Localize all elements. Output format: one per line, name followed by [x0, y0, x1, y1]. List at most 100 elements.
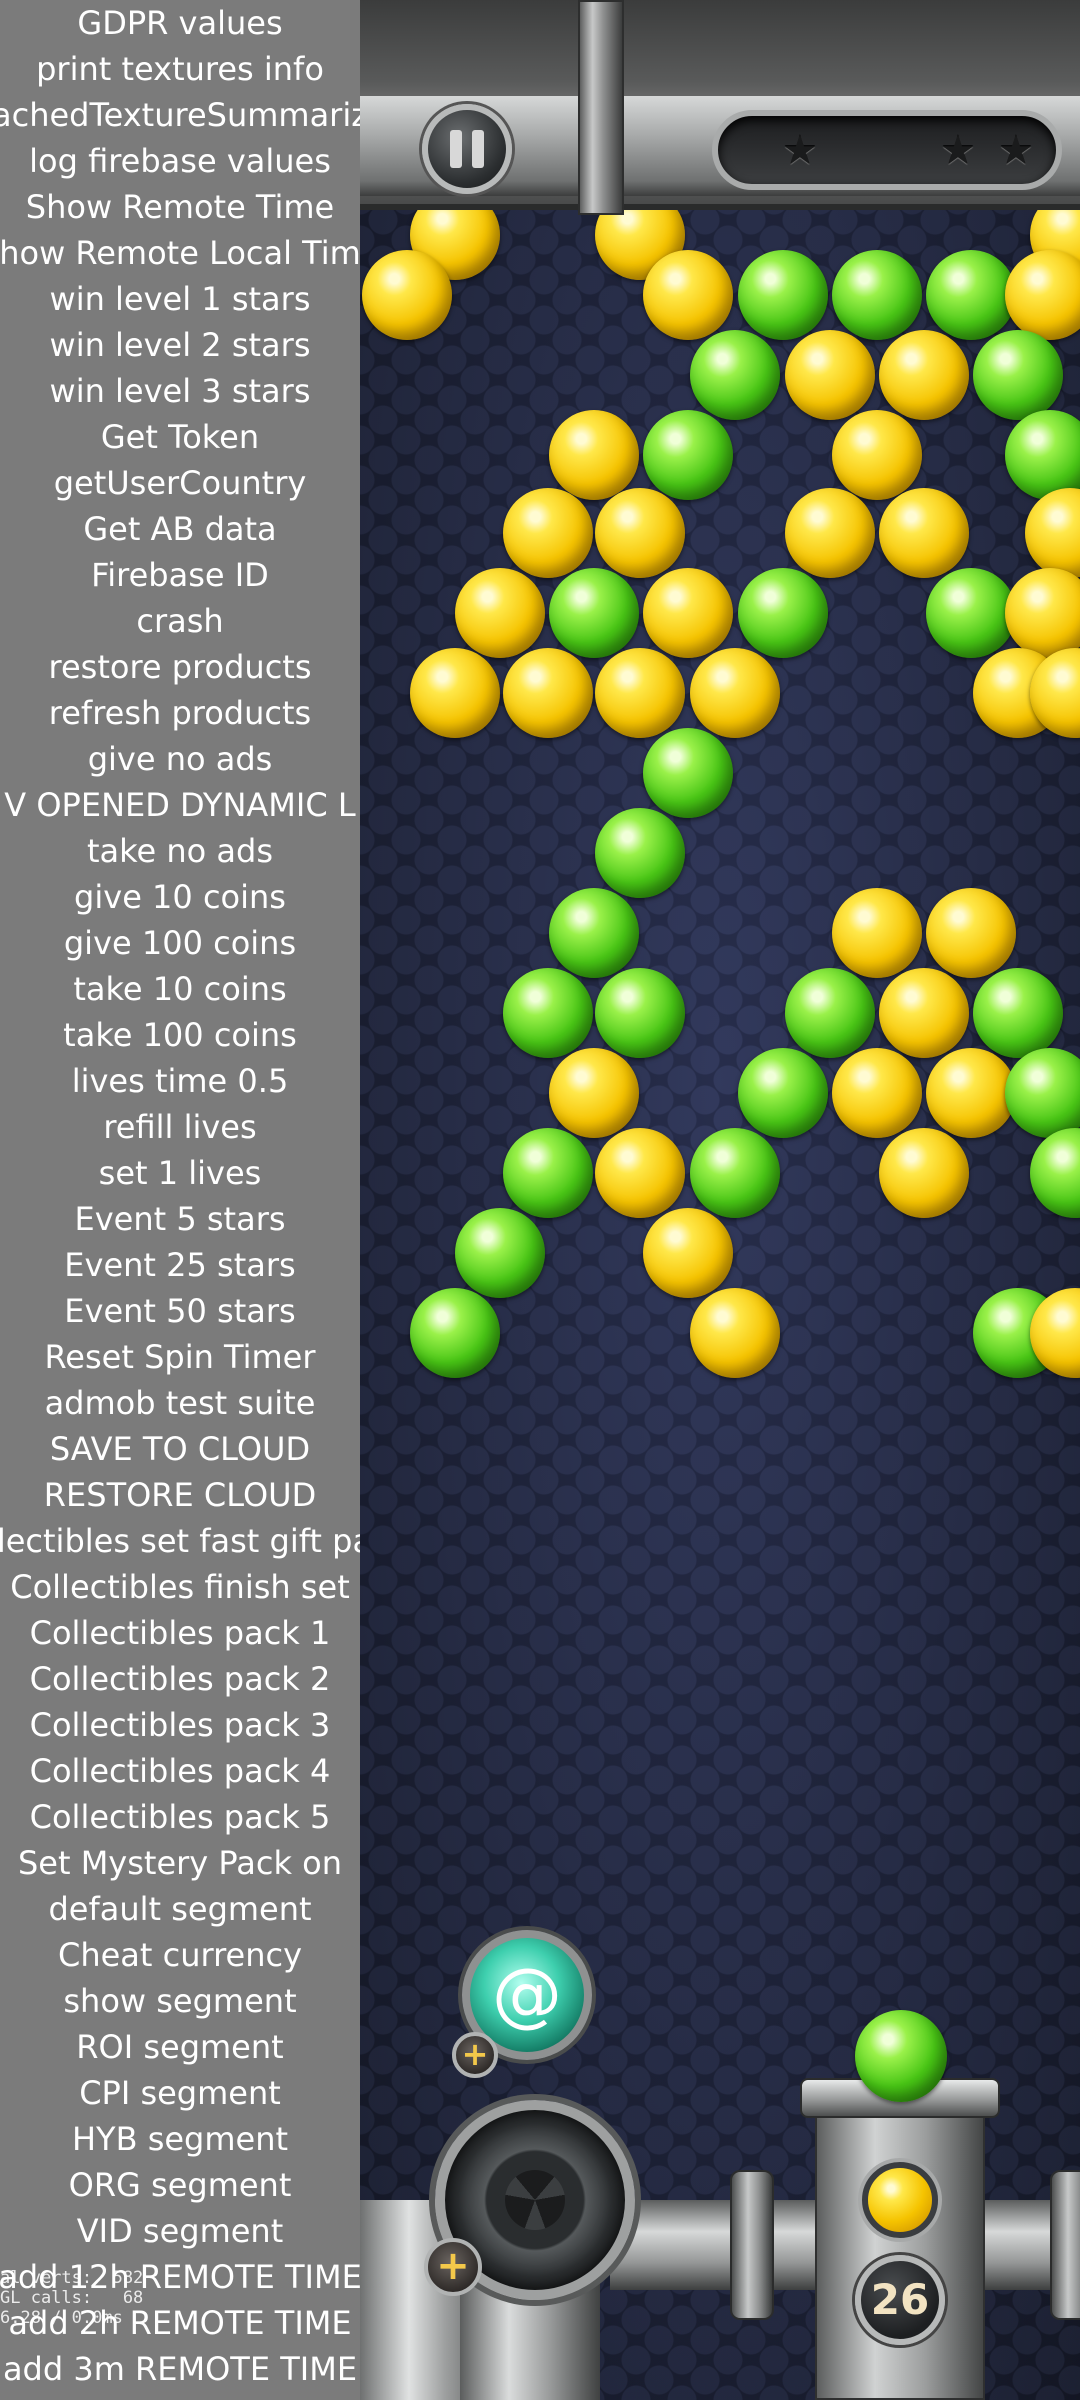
debug-menu-item[interactable]: Cheat currency: [0, 1932, 360, 1978]
debug-menu-item[interactable]: SAVE TO CLOUD: [0, 1426, 360, 1472]
debug-menu-item-label: Firebase ID: [91, 556, 269, 594]
debug-menu-item-label: set 1 lives: [98, 1154, 262, 1192]
debug-menu-item-label: RESTORE CLOUD: [43, 1476, 317, 1514]
debug-menu-item-label: HYB segment: [71, 2120, 289, 2158]
green-bubble: [595, 808, 685, 898]
debug-menu-item-label: default segment: [48, 1890, 312, 1928]
moves-counter: 26: [855, 2255, 945, 2345]
yellow-bubble: [503, 488, 593, 578]
debug-menu-item[interactable]: Collectibles finish set: [0, 1564, 360, 1610]
game-board[interactable]: ★ ★ ★ 26 @ + +: [360, 0, 1080, 2400]
yellow-bubble: [785, 330, 875, 420]
star-icon: ★: [782, 128, 818, 174]
green-bubble: [410, 1288, 500, 1378]
debug-menu-item[interactable]: Collectibles pack 1: [0, 1610, 360, 1656]
debug-menu-item-label: llectibles set fast gift pa: [0, 1522, 360, 1560]
debug-menu-item[interactable]: default segment: [0, 1886, 360, 1932]
debug-menu-item[interactable]: how Remote Local Tim: [0, 230, 360, 276]
debug-menu-item[interactable]: llectibles set fast gift pa: [0, 1518, 360, 1564]
add-fan-booster-button[interactable]: +: [424, 2238, 482, 2296]
debug-menu-item[interactable]: print textures info: [0, 46, 360, 92]
debug-menu-item-label: getUserCountry: [53, 464, 307, 502]
debug-menu-item[interactable]: VID segment: [0, 2208, 360, 2254]
debug-menu-item[interactable]: ROI segment: [0, 2024, 360, 2070]
debug-menu-item-label: take no ads: [86, 832, 274, 870]
debug-menu-item[interactable]: show segment: [0, 1978, 360, 2024]
debug-menu-item[interactable]: Set Mystery Pack on: [0, 1840, 360, 1886]
debug-menu-item[interactable]: HYB segment: [0, 2116, 360, 2162]
debug-menu-item[interactable]: restore products: [0, 644, 360, 690]
debug-menu-item[interactable]: give 100 coins: [0, 920, 360, 966]
yellow-bubble: [643, 250, 733, 340]
next-bubble[interactable]: [862, 2162, 938, 2238]
debug-menu-item[interactable]: Event 25 stars: [0, 1242, 360, 1288]
yellow-bubble: [595, 488, 685, 578]
debug-menu-item[interactable]: CPI segment: [0, 2070, 360, 2116]
debug-menu-item[interactable]: take no ads: [0, 828, 360, 874]
debug-menu-item[interactable]: refill lives: [0, 1104, 360, 1150]
debug-menu-item[interactable]: add 3m REMOTE TIME: [0, 2346, 360, 2392]
loaded-bubble[interactable]: [855, 2010, 947, 2102]
debug-menu-item[interactable]: admob test suite: [0, 1380, 360, 1426]
debug-menu-item[interactable]: ORG segment: [0, 2162, 360, 2208]
debug-menu-item-label: Get Token: [100, 418, 260, 456]
debug-menu-item[interactable]: refresh products: [0, 690, 360, 736]
debug-menu-item-label: Show Remote Time: [25, 188, 335, 226]
debug-menu-item-label: ORG segment: [68, 2166, 292, 2204]
yellow-bubble: [926, 1048, 1016, 1138]
debug-menu-item[interactable]: Reset Spin Timer: [0, 1334, 360, 1380]
pause-button[interactable]: [422, 104, 512, 194]
debug-menu-item-label: give no ads: [87, 740, 273, 778]
debug-menu-item[interactable]: RESTORE CLOUD: [0, 1472, 360, 1518]
debug-menu-item[interactable]: getUserCountry: [0, 460, 360, 506]
launcher-base: [815, 2090, 985, 2400]
yellow-bubble: [549, 1048, 639, 1138]
yellow-bubble: [410, 648, 500, 738]
yellow-bubble: [595, 648, 685, 738]
debug-menu-item[interactable]: give 10 coins: [0, 874, 360, 920]
yellow-bubble: [926, 888, 1016, 978]
debug-menu-item[interactable]: win level 2 stars: [0, 322, 360, 368]
yellow-bubble: [1005, 250, 1080, 340]
green-bubble: [549, 888, 639, 978]
green-bubble: [1030, 1128, 1080, 1218]
bubble-grid: [360, 0, 1080, 1400]
debug-menu-item[interactable]: Collectibles pack 3: [0, 1702, 360, 1748]
debug-menu-item-label: Collectibles pack 4: [29, 1752, 331, 1790]
debug-menu-item[interactable]: Get AB data: [0, 506, 360, 552]
debug-menu-item-label: SAVE TO CLOUD: [49, 1430, 311, 1468]
debug-menu-item-label: Get AB data: [83, 510, 277, 548]
debug-menu-item[interactable]: take 10 coins: [0, 966, 360, 1012]
debug-menu-item[interactable]: win level 3 stars: [0, 368, 360, 414]
debug-menu-item[interactable]: take 100 coins: [0, 1012, 360, 1058]
yellow-bubble: [690, 1288, 780, 1378]
debug-menu-item[interactable]: lives time 0.5: [0, 1058, 360, 1104]
yellow-bubble: [785, 488, 875, 578]
add-swirl-booster-button[interactable]: +: [452, 2032, 498, 2078]
debug-menu-item[interactable]: Get Token: [0, 414, 360, 460]
debug-menu-item[interactable]: Event 5 stars: [0, 1196, 360, 1242]
debug-menu-item[interactable]: give no ads: [0, 736, 360, 782]
yellow-bubble: [362, 250, 452, 340]
debug-menu-item[interactable]: achedTextureSummariz: [0, 92, 360, 138]
debug-menu-item[interactable]: win level 1 stars: [0, 276, 360, 322]
stats-line: al verts: 582: [0, 2268, 144, 2288]
debug-menu-item[interactable]: Collectibles pack 5: [0, 1794, 360, 1840]
debug-menu-item[interactable]: Show Remote Time: [0, 184, 360, 230]
debug-menu-item[interactable]: crash: [0, 598, 360, 644]
green-bubble: [690, 330, 780, 420]
debug-menu-item[interactable]: V OPENED DYNAMIC L: [0, 782, 360, 828]
debug-menu-item[interactable]: Event 50 stars: [0, 1288, 360, 1334]
pipe-flange: [1050, 2170, 1080, 2320]
debug-menu-item[interactable]: log firebase values: [0, 138, 360, 184]
yellow-bubble: [1025, 488, 1080, 578]
pause-icon: [450, 130, 462, 168]
debug-menu-item[interactable]: Collectibles pack 4: [0, 1748, 360, 1794]
yellow-bubble: [879, 330, 969, 420]
debug-menu-item[interactable]: GDPR values: [0, 0, 360, 46]
swirl-icon: @: [492, 1953, 562, 2035]
debug-menu-item-label: GDPR values: [77, 4, 283, 42]
debug-menu-item[interactable]: Collectibles pack 2: [0, 1656, 360, 1702]
debug-menu-item[interactable]: set 1 lives: [0, 1150, 360, 1196]
debug-menu-item[interactable]: Firebase ID: [0, 552, 360, 598]
